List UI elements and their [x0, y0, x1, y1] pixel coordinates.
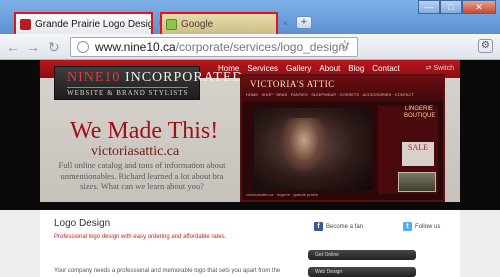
window-controls: — □ ✕: [418, 0, 496, 14]
service-get-online[interactable]: Get Online: [308, 250, 416, 260]
address-bar[interactable]: www.nine10.ca/corporate/services/logo_de…: [70, 37, 358, 57]
switch-link[interactable]: ⇄ Switch: [426, 64, 454, 72]
switch-label: Switch: [433, 65, 454, 72]
social-links: f Become a fan t Follow us: [314, 222, 440, 231]
browser-toolbar: ← → ↻ www.nine10.ca/corporate/services/l…: [0, 34, 500, 60]
tab-google[interactable]: Google ×: [160, 12, 288, 34]
lead-text: Professional logo design with easy order…: [54, 234, 227, 240]
nav-about[interactable]: About: [319, 64, 340, 73]
wrench-menu-icon[interactable]: ⚙: [478, 39, 493, 53]
logo-number: NINE10: [67, 70, 121, 85]
nav-contact[interactable]: Contact: [372, 64, 400, 73]
google-favicon-icon: [166, 18, 177, 30]
nav-blog[interactable]: Blog: [348, 64, 364, 73]
url-path: /corporate/services/logo_design/: [175, 40, 349, 54]
body-text: Your company needs a professional and me…: [54, 268, 281, 274]
showcase-brand: VICTORIA'S ATTIC: [250, 79, 335, 89]
twitter-label: Follow us: [415, 223, 441, 230]
maximize-button[interactable]: □: [440, 0, 462, 14]
close-window-button[interactable]: ✕: [462, 0, 496, 14]
facebook-icon: f: [314, 222, 323, 231]
tab-grande-prairie-logo-design[interactable]: Grande Prairie Logo Design ×: [14, 12, 163, 34]
hero-headline: We Made This!: [70, 118, 219, 144]
page-viewport: Home Services Gallery About Blog Contact…: [0, 60, 500, 277]
site-header: Home Services Gallery About Blog Contact…: [40, 60, 460, 202]
forward-button[interactable]: →: [26, 39, 40, 55]
tab-label: Grande Prairie Logo Design: [35, 18, 151, 30]
facebook-fan-link[interactable]: f Become a fan: [314, 222, 363, 231]
tab-close-icon[interactable]: ×: [283, 18, 288, 28]
browser-titlebar: Grande Prairie Logo Design × Google × + …: [0, 0, 500, 34]
twitter-follow-link[interactable]: t Follow us: [403, 222, 440, 231]
hero-site-url[interactable]: victoriasattic.ca: [91, 144, 179, 160]
address-url: www.nine10.ca/corporate/services/logo_de…: [95, 40, 348, 54]
showcase-footer: victoriasattic.ca · lingerie · grande pr…: [246, 192, 319, 197]
logo-name: INCORPORATED: [124, 70, 244, 85]
showcase-header: VICTORIA'S ATTIC HOME · SHOP · BRAS · PA…: [242, 76, 443, 102]
new-tab-button[interactable]: +: [296, 16, 312, 29]
minimize-button[interactable]: —: [418, 0, 440, 14]
facebook-label: Become a fan: [326, 223, 364, 230]
nine10-favicon-icon: [20, 18, 31, 30]
bookmark-star-icon[interactable]: ☆: [339, 37, 351, 53]
main-content: Logo Design Professional logo design wit…: [40, 210, 460, 277]
showcase-side-text: LINGERIE BOUTIQUE: [404, 106, 436, 119]
hero-blurb: Full online catalog and tons of informat…: [58, 160, 226, 191]
nine10-logo[interactable]: NINE10 INCORPORATED WEBSITE & BRAND STYL…: [54, 66, 243, 100]
showcase-model-image: [280, 118, 328, 174]
page-title: Logo Design: [54, 218, 111, 229]
portfolio-screenshot[interactable]: VICTORIA'S ATTIC HOME · SHOP · BRAS · PA…: [240, 74, 445, 202]
logo-tagline: WEBSITE & BRAND STYLISTS: [67, 87, 189, 97]
url-host: www.nine10.ca: [95, 40, 176, 54]
service-web-design[interactable]: Web Design: [308, 267, 416, 277]
globe-icon: [77, 41, 89, 53]
nav-links: Home Services Gallery About Blog Contact: [218, 64, 400, 73]
site-container: Home Services Gallery About Blog Contact…: [40, 60, 460, 277]
tab-label: Google: [181, 18, 214, 30]
showcase-thumbnail: [398, 172, 436, 192]
showcase-nav: HOME · SHOP · BRAS · PANTIES · SLEEPWEAR…: [246, 92, 414, 97]
twitter-icon: t: [403, 222, 413, 231]
showcase-sale-badge: SALE: [402, 142, 434, 166]
nav-services[interactable]: Services: [247, 64, 278, 73]
reload-button[interactable]: ↻: [48, 39, 60, 55]
back-button[interactable]: ←: [6, 39, 20, 55]
nav-gallery[interactable]: Gallery: [286, 64, 311, 73]
logo-wordmark: NINE10 INCORPORATED: [67, 70, 244, 86]
